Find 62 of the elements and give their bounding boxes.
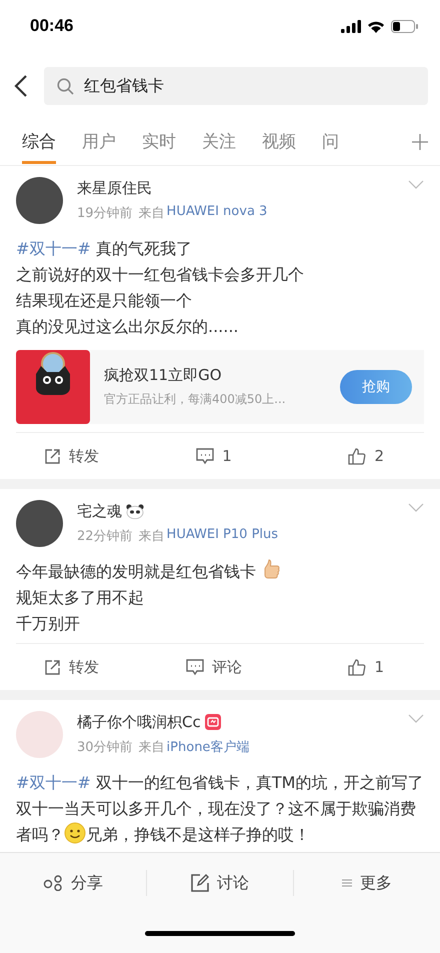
ad-description: 官方正品让利，每满400减50上...: [104, 391, 287, 408]
battery-icon: [391, 20, 418, 32]
repost-icon[interactable]: [44, 448, 61, 464]
post-text: 千万别开: [16, 613, 81, 635]
post-text: 规矩太多了用不起: [16, 587, 145, 609]
menu-icon[interactable]: [342, 879, 352, 887]
thumbs-up-icon[interactable]: [348, 447, 366, 465]
ad-title: 疯抢双11立即GO: [104, 366, 223, 385]
thumbs-up-icon[interactable]: [348, 658, 366, 676]
share-icon[interactable]: [43, 875, 63, 891]
post-text: 之前说好的双十一红包省钱卡会多开几个: [16, 264, 305, 286]
comment-icon[interactable]: [196, 448, 214, 464]
signal-icon: [341, 20, 361, 32]
home-indicator[interactable]: [145, 930, 295, 936]
action-label[interactable]: 转发: [69, 658, 99, 676]
post-text: 今年最缺德的发明就是红包省钱卡: [16, 559, 424, 585]
action-label[interactable]: 2: [374, 447, 384, 465]
post-text: #双十一# 真的气死我了: [16, 238, 193, 260]
tab[interactable]: 视频: [262, 120, 296, 164]
search-icon: [57, 78, 74, 95]
post-time: 22分钟前: [77, 528, 133, 544]
search-field[interactable]: 红包省钱卡: [44, 67, 428, 105]
avatar[interactable]: [16, 176, 63, 224]
user-name[interactable]: 来星原住民: [77, 178, 152, 198]
user-name[interactable]: 宅之魂: [77, 502, 122, 520]
avatar[interactable]: [16, 500, 63, 546]
tab[interactable]: 问: [322, 120, 339, 164]
source-label: 来自: [138, 204, 165, 222]
post-text: #双十一# 双十一的红包省钱卡，真TM的坑，开之前写了双十一当天可以多开几个，现在没了？这不属于欺骗消费者吗？ 兄弟，挣钱不是这样子挣的哎！: [16, 772, 424, 846]
smiley-emoji-icon: [64, 822, 86, 844]
action-label[interactable]: 转发: [69, 446, 99, 466]
action-label[interactable]: 1: [374, 658, 384, 676]
repost-icon[interactable]: [44, 658, 61, 676]
bottom-action-label[interactable]: 讨论: [217, 872, 249, 894]
member-badge-icon: [204, 714, 221, 730]
wifi-icon: [367, 20, 385, 32]
source-link[interactable]: HUAWEI P10 Plus: [166, 526, 278, 544]
source-link[interactable]: HUAWEI nova 3: [166, 204, 268, 222]
topic-link[interactable]: #双十一#: [16, 239, 91, 258]
post-text: 真的没见过这么出尔反尔的......: [16, 316, 240, 338]
edit-icon[interactable]: [191, 874, 209, 892]
post-time: 19分钟前: [77, 204, 133, 222]
source-label: 来自: [138, 528, 165, 544]
ad-card[interactable]: 疯抢双11立即GO 官方正品让利，每满400减50上... 抢购: [16, 350, 424, 424]
plus-icon[interactable]: [412, 134, 428, 150]
user-name[interactable]: 橘子你个哦润枳Cc: [77, 712, 201, 732]
action-label[interactable]: 1: [222, 447, 232, 465]
back-icon[interactable]: [14, 74, 28, 98]
bottom-action-label[interactable]: 更多: [360, 872, 392, 894]
tab[interactable]: 用户: [82, 120, 116, 164]
tab[interactable]: 关注: [202, 120, 236, 164]
topic-link[interactable]: #双十一#: [16, 773, 91, 792]
source-label: 来自: [138, 738, 165, 756]
panda-icon: [126, 504, 144, 518]
tab[interactable]: 实时: [142, 120, 176, 164]
comment-icon[interactable]: [186, 658, 204, 676]
bottom-action-label[interactable]: 分享: [71, 872, 103, 894]
post-text: 结果现在还是只能领一个: [16, 290, 193, 312]
action-label[interactable]: 评论: [212, 658, 242, 676]
source-link[interactable]: iPhone客户端: [166, 738, 250, 756]
status-time: 00:46: [30, 16, 74, 36]
post-time: 30分钟前: [77, 738, 133, 756]
